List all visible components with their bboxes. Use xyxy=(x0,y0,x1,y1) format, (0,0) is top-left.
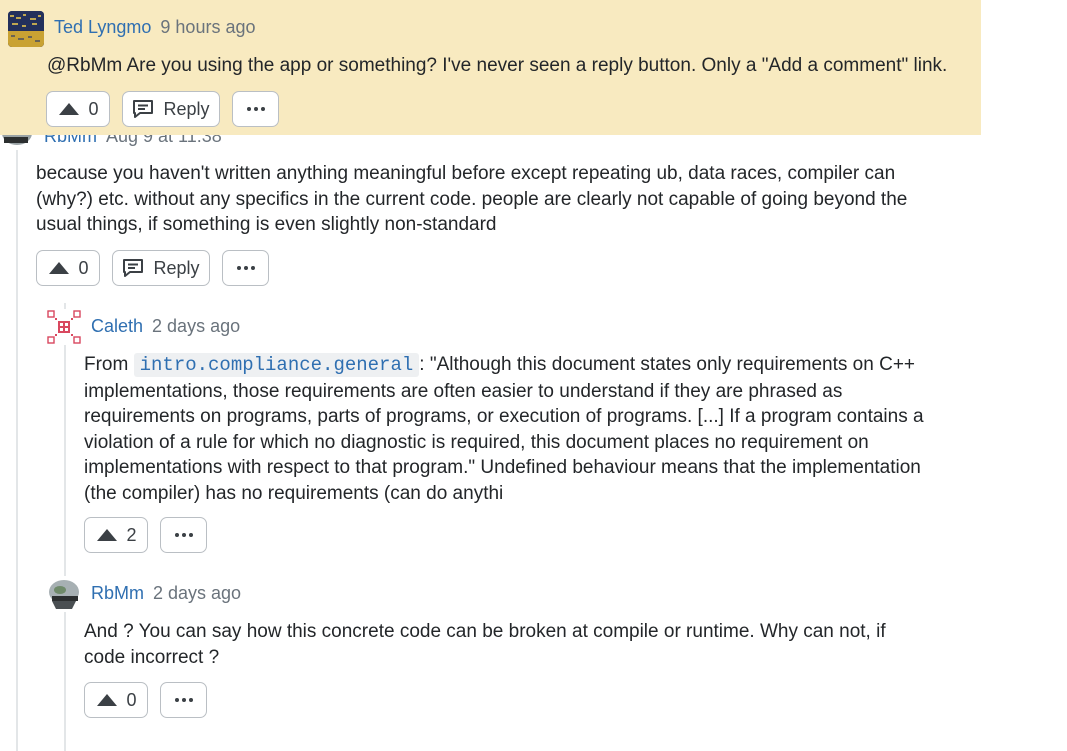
highlighted-comment: Ted Lyngmo 9 hours ago @RbMm Are you usi… xyxy=(0,0,981,135)
upvote-button[interactable]: 2 xyxy=(84,517,148,553)
reply-button[interactable]: Reply xyxy=(122,91,220,127)
reply-speech-bubble-icon xyxy=(132,99,154,119)
more-dots-icon xyxy=(174,532,194,538)
more-options-button[interactable] xyxy=(160,682,207,718)
comment-text: because you haven't written anything mea… xyxy=(36,163,908,235)
comment-author[interactable]: Caleth xyxy=(91,316,143,337)
upvote-button[interactable]: 0 xyxy=(46,91,110,127)
avatar[interactable] xyxy=(8,11,44,47)
more-dots-icon xyxy=(174,697,194,703)
vote-count: 0 xyxy=(88,98,99,119)
comment-time[interactable]: Aug 9 at 11:38 xyxy=(106,135,222,147)
reply-label: Reply xyxy=(163,98,210,119)
comment-text: From intro.compliance.general: "Although… xyxy=(84,352,940,506)
upvote-button[interactable]: 0 xyxy=(84,682,148,718)
nested-thread-line xyxy=(64,303,66,751)
comment-author[interactable]: RbMm xyxy=(44,135,97,147)
reply-speech-bubble-icon xyxy=(122,258,144,278)
avatar[interactable] xyxy=(46,309,82,345)
comment-text-prefix: From xyxy=(84,354,129,375)
comment-time[interactable]: 9 hours ago xyxy=(160,17,255,38)
thread-line xyxy=(16,150,18,751)
more-dots-icon xyxy=(236,265,256,271)
comment-time[interactable]: 2 days ago xyxy=(152,316,240,337)
vote-count: 0 xyxy=(126,689,137,710)
upvote-button[interactable]: 0 xyxy=(36,250,100,286)
comment-text: @RbMm Are you using the app or something… xyxy=(47,55,948,76)
avatar[interactable] xyxy=(0,135,34,147)
reply-button[interactable]: Reply xyxy=(112,250,210,286)
more-options-button[interactable] xyxy=(160,517,207,553)
comment-author[interactable]: RbMm xyxy=(91,583,144,604)
comment-author[interactable]: Ted Lyngmo xyxy=(54,17,151,38)
vote-count: 2 xyxy=(126,524,137,545)
partial-comment-header: RbMm Aug 9 at 11:38 xyxy=(0,135,400,147)
avatar[interactable] xyxy=(46,576,82,612)
upvote-arrow-icon xyxy=(96,693,118,707)
code-reference-link[interactable]: intro.compliance.general xyxy=(133,353,420,377)
comment-text: And ? You can say how this concrete code… xyxy=(84,621,886,668)
upvote-arrow-icon xyxy=(58,102,80,116)
more-dots-icon xyxy=(246,106,266,112)
more-options-button[interactable] xyxy=(232,91,279,127)
comment-time[interactable]: 2 days ago xyxy=(153,583,241,604)
vote-count: 0 xyxy=(78,257,89,278)
upvote-arrow-icon xyxy=(96,528,118,542)
more-options-button[interactable] xyxy=(222,250,269,286)
reply-label: Reply xyxy=(153,257,200,278)
upvote-arrow-icon xyxy=(48,261,70,275)
